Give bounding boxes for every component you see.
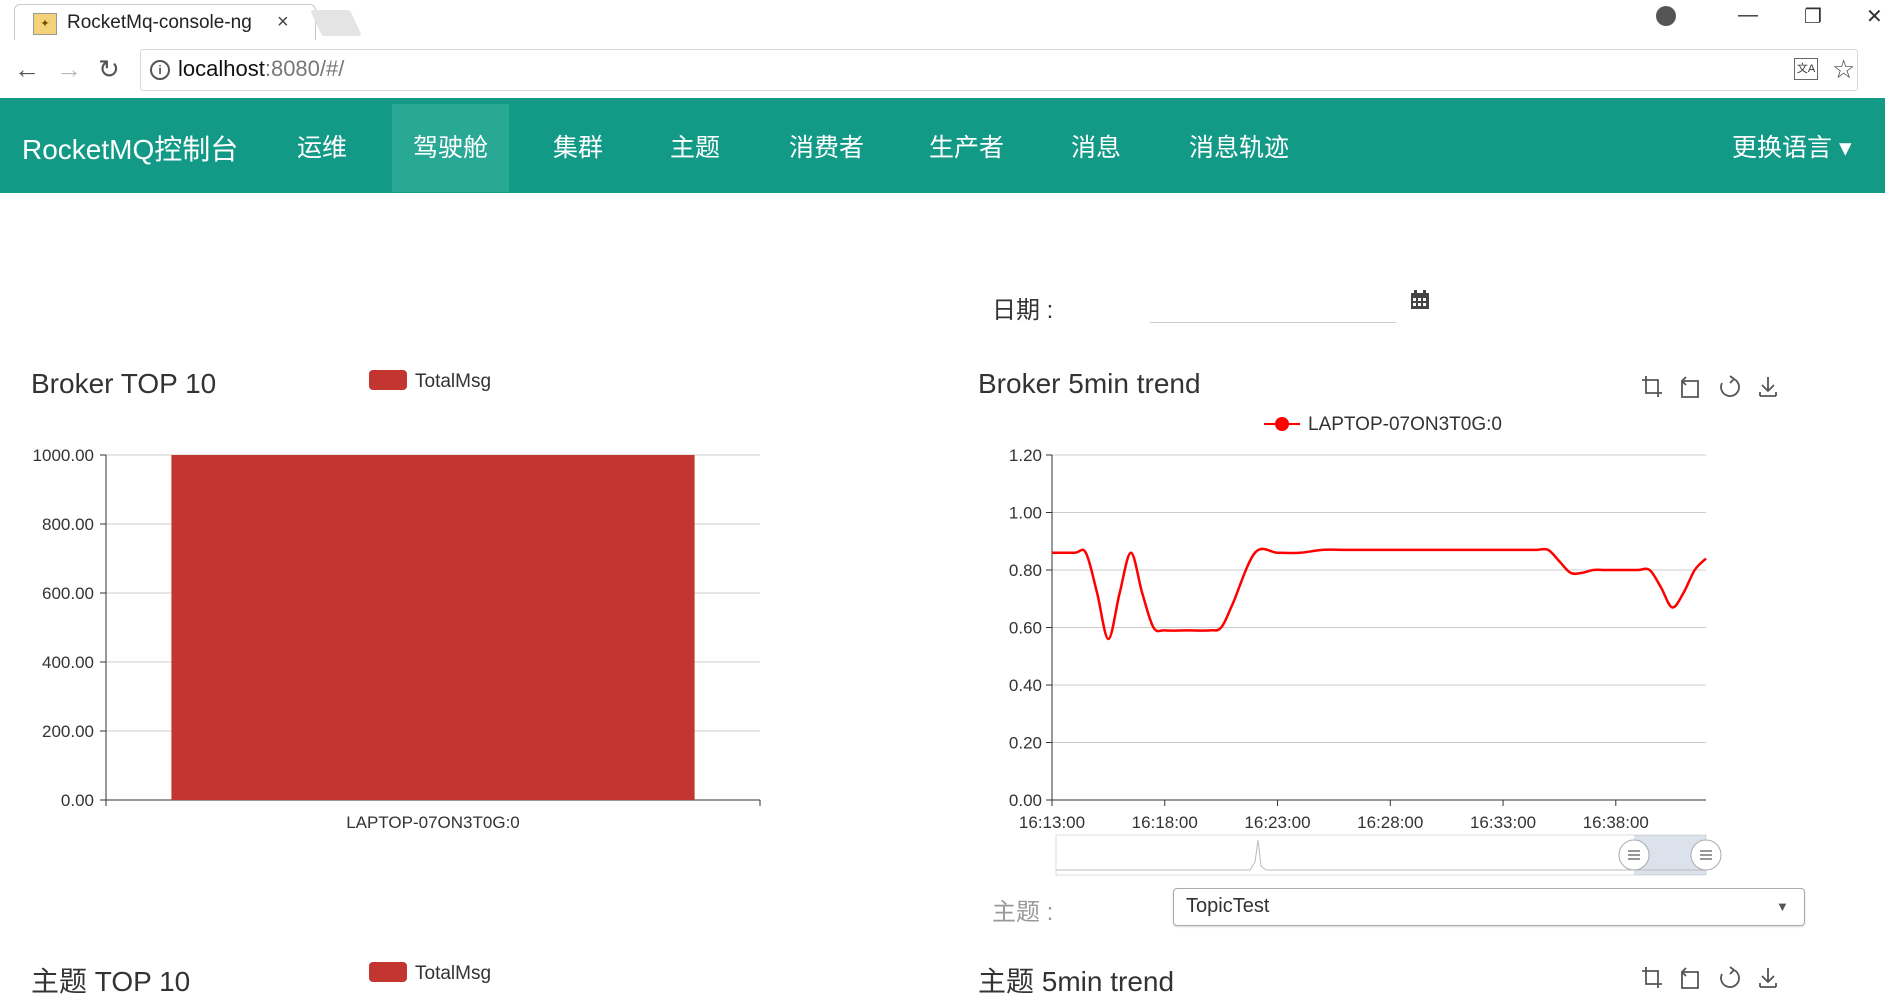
brand-title[interactable]: RocketMQ控制台 <box>22 128 238 168</box>
zoom-restore-icon[interactable] <box>1681 967 1699 989</box>
data-zoom-icon[interactable] <box>1642 967 1662 988</box>
y-tick-label: 1.00 <box>1009 504 1042 523</box>
browser-tab[interactable]: ✦ RocketMq-console-ng × <box>14 4 316 41</box>
account-icon[interactable] <box>1656 6 1676 26</box>
series-line <box>1051 547 1707 641</box>
broker-top10-legend[interactable]: TotalMsg <box>369 370 491 393</box>
favicon-icon: ✦ <box>33 13 57 35</box>
refresh-icon[interactable] <box>1720 966 1740 988</box>
x-tick-label: 16:33:00 <box>1470 813 1536 832</box>
date-label: 日期 : <box>992 297 1054 324</box>
nav-item[interactable]: 消费者 <box>768 104 885 192</box>
topic-label: 主题 : <box>992 899 1054 926</box>
calendar-icon[interactable] <box>1410 290 1430 310</box>
legend-label: TotalMsg <box>415 371 492 392</box>
legend-label: TotalMsg <box>415 963 492 984</box>
download-icon[interactable] <box>1759 377 1777 397</box>
y-tick-label: 600.00 <box>42 584 94 603</box>
datazoom-handle[interactable] <box>1618 839 1650 871</box>
back-icon[interactable]: ← <box>14 54 40 85</box>
translate-icon[interactable]: 文A <box>1794 58 1818 80</box>
y-tick-label: 0.00 <box>61 791 94 810</box>
close-window-icon[interactable]: ✕ <box>1866 4 1883 29</box>
nav-item[interactable]: 消息 <box>1050 104 1142 192</box>
y-tick-label: 0.20 <box>1009 734 1042 753</box>
x-tick-label: 16:23:00 <box>1244 813 1310 832</box>
y-tick-label: 200.00 <box>42 722 94 741</box>
x-tick-label: 16:13:00 <box>1019 813 1085 832</box>
address-bar[interactable] <box>140 49 1858 91</box>
topic-top10-title: 主题 TOP 10 <box>31 966 191 997</box>
x-tick-label: 16:18:00 <box>1132 813 1198 832</box>
x-tick-label: LAPTOP-07ON3T0G:0 <box>346 813 520 832</box>
topic-top10-legend[interactable]: TotalMsg <box>369 962 491 985</box>
nav-item[interactable]: 消息轨迹 <box>1168 104 1310 192</box>
y-tick-label: 0.80 <box>1009 561 1042 580</box>
topic-trend-toolbox <box>1640 966 1820 990</box>
broker-trend-title: Broker 5min trend <box>978 368 1201 399</box>
x-tick-label: 16:28:00 <box>1357 813 1423 832</box>
download-icon[interactable] <box>1759 968 1777 988</box>
minimize-icon[interactable]: — <box>1738 4 1758 27</box>
y-tick-label: 0.60 <box>1009 619 1042 638</box>
y-tick-label: 1.20 <box>1009 446 1042 465</box>
nav-item[interactable]: 驾驶舱 <box>392 104 510 192</box>
restore-window-icon[interactable]: ❐ <box>1804 4 1822 29</box>
nav-item[interactable]: 主题 <box>649 104 741 192</box>
chevron-down-icon: ▾ <box>1838 134 1852 162</box>
bookmark-star-icon[interactable]: ☆ <box>1832 54 1855 85</box>
legend-swatch <box>369 962 407 982</box>
y-tick-label: 400.00 <box>42 653 94 672</box>
broker-top10-chart: 0.00 200.00 400.00 600.00 800.00 1000.00 LAPTO… <box>33 446 761 832</box>
tab-title: RocketMq-console-ng <box>67 12 252 33</box>
site-info-icon[interactable]: i <box>150 60 170 80</box>
nav-item[interactable]: 运维 <box>276 104 368 192</box>
nav-item[interactable]: 集群 <box>532 104 624 192</box>
date-input[interactable] <box>1150 292 1396 323</box>
nav-item[interactable]: 生产者 <box>908 104 1025 192</box>
y-tick-label: 0.40 <box>1009 676 1042 695</box>
broker-trend-toolbox <box>1640 375 1820 399</box>
y-tick-label: 0.00 <box>1009 791 1042 810</box>
language-dropdown[interactable]: 更换语言 ▾ <box>1732 128 1852 164</box>
y-tick-label: 1000.00 <box>33 446 94 465</box>
zoom-restore-icon[interactable] <box>1681 376 1699 398</box>
chevron-down-icon[interactable]: ▼ <box>1776 899 1789 914</box>
tab-close-icon[interactable]: × <box>277 11 289 34</box>
broker-top10-title: Broker TOP 10 <box>31 368 217 399</box>
data-zoom-icon[interactable] <box>1642 376 1662 397</box>
url-text[interactable]: localhost:8080/#/ <box>178 56 344 82</box>
refresh-icon[interactable] <box>1720 375 1740 397</box>
datazoom-handle[interactable] <box>1690 839 1722 871</box>
topic-select-value: TopicTest <box>1186 895 1270 917</box>
url-path: :8080/#/ <box>264 56 345 81</box>
datazoom-track <box>1055 834 1707 876</box>
reload-icon[interactable]: ↻ <box>98 54 120 85</box>
x-tick-label: 16:38:00 <box>1583 813 1649 832</box>
language-label: 更换语言 <box>1732 134 1833 162</box>
bar <box>171 455 695 800</box>
legend-swatch <box>369 370 407 390</box>
forward-icon[interactable]: → <box>56 54 82 85</box>
topic-trend-title: 主题 5min trend <box>978 966 1175 997</box>
y-tick-label: 800.00 <box>42 515 94 534</box>
broker-trend-chart: 0.00 0.20 0.40 0.60 0.80 1.00 1.20 16:13:00 16:1… <box>1009 446 1722 876</box>
url-host: localhost <box>178 56 265 81</box>
